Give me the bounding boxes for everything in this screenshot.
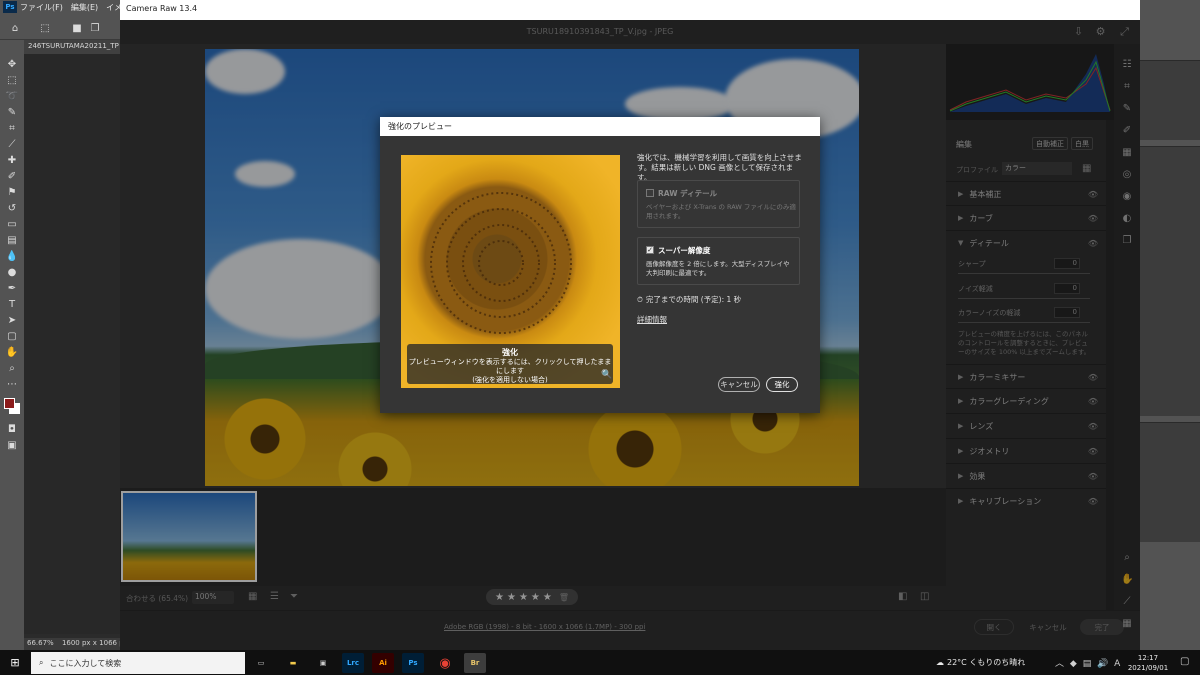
- home-icon[interactable]: ⌂: [8, 21, 22, 35]
- menu-edit[interactable]: 編集(E): [71, 2, 98, 13]
- screen-mode-icon[interactable]: ▣: [5, 438, 19, 452]
- hand-tool-icon[interactable]: ✋: [5, 345, 19, 359]
- selection-add-icon[interactable]: ❐: [88, 21, 102, 35]
- shape-tool-icon[interactable]: ▢: [5, 329, 19, 343]
- ime-indicator[interactable]: A: [1114, 659, 1120, 669]
- dialog-title: 強化のプレビュー: [380, 117, 820, 136]
- color-swatch[interactable]: [4, 398, 20, 414]
- chrome-icon[interactable]: ◉: [434, 653, 456, 673]
- lightroom-classic-icon[interactable]: Lrc: [342, 653, 364, 673]
- foreground-color-swatch[interactable]: [4, 398, 15, 409]
- network-icon[interactable]: ▤: [1083, 659, 1092, 669]
- weather-text: 22°C くもりのち晴れ: [947, 658, 1026, 667]
- enhance-label: 強化: [774, 380, 790, 389]
- move-tool-icon[interactable]: ✥: [5, 57, 19, 71]
- preview-caption: 強化 プレビューウィンドウを表示するには、クリックして押したままにします (強化…: [407, 344, 613, 384]
- history-brush-tool-icon[interactable]: ↺: [5, 201, 19, 215]
- crop-tool-icon[interactable]: ⌗: [5, 121, 19, 135]
- marquee-options-icon[interactable]: ⬚: [38, 21, 52, 35]
- photoshop-statusbar: 66.67% 1600 px x 1066 p: [24, 638, 120, 650]
- notification-icon[interactable]: ▢: [1180, 656, 1189, 667]
- blur-tool-icon[interactable]: 💧: [5, 249, 19, 263]
- photoshop-right-panels: [1140, 14, 1200, 650]
- raw-detail-desc: ベイヤーおよび X-Trans の RAW ファイルにのみ適用されます。: [646, 203, 796, 220]
- menu-file[interactable]: ファイル(F): [20, 2, 63, 13]
- super-resolution-checkbox[interactable]: ✓: [646, 246, 654, 254]
- stopwatch-icon: ⏱: [637, 295, 643, 304]
- more-tools-icon[interactable]: ⋯: [5, 377, 19, 391]
- enhance-button[interactable]: 強化: [766, 377, 798, 392]
- cloud-icon: ☁: [936, 658, 944, 667]
- windows-start-icon[interactable]: ⊞: [8, 656, 22, 670]
- raw-detail-checkbox[interactable]: [646, 189, 654, 197]
- quick-select-tool-icon[interactable]: ✎: [5, 105, 19, 119]
- dropbox-icon[interactable]: ◆: [1070, 659, 1077, 669]
- camera-raw-titlebar: Camera Raw 13.4: [120, 0, 1140, 20]
- photoshop-taskbar-icon[interactable]: Ps: [402, 653, 424, 673]
- document-tab[interactable]: 246TSURUTAMA20211_TP: [24, 40, 120, 54]
- preview-caption-title: 強化: [502, 348, 518, 357]
- type-tool-icon[interactable]: T: [5, 297, 19, 311]
- raw-detail-label: RAW ディテール: [658, 189, 718, 198]
- preview-caption-line: (強化を適用しない場合): [472, 376, 548, 384]
- ps-panel-layers: [1140, 422, 1200, 542]
- dodge-tool-icon[interactable]: ●: [5, 265, 19, 279]
- stamp-tool-icon[interactable]: ⚑: [5, 185, 19, 199]
- tray-chevron-icon[interactable]: ︿: [1055, 659, 1064, 669]
- taskbar-search[interactable]: ⌕ ここに入力して検索: [31, 652, 245, 674]
- search-placeholder: ここに入力して検索: [49, 658, 122, 668]
- lasso-tool-icon[interactable]: ➰: [5, 89, 19, 103]
- doc-zoom: 66.67%: [27, 639, 54, 647]
- photoshop-canvas: [24, 54, 120, 634]
- clock-date: 2021/09/01: [1127, 664, 1169, 672]
- weather-widget[interactable]: ☁ 22°C くもりのち晴れ: [936, 657, 1025, 668]
- dialog-cancel-button[interactable]: キャンセル: [718, 377, 760, 392]
- path-select-tool-icon[interactable]: ➤: [5, 313, 19, 327]
- ps-panel-properties: [1140, 146, 1200, 416]
- super-resolution-label: スーパー解像度: [658, 246, 711, 255]
- time-estimate-row: ⏱ 完了までの時間 (予定): 1 秒: [637, 294, 741, 305]
- system-tray[interactable]: ︿ ◆ ▤ 🔊 A: [1055, 656, 1120, 669]
- eraser-tool-icon[interactable]: ▭: [5, 217, 19, 231]
- quick-mask-icon[interactable]: ◘: [5, 422, 19, 436]
- magnifier-icon[interactable]: 🔍: [601, 370, 612, 380]
- photoshop-toolbar: ✥ ⬚ ➰ ✎ ⌗ ⟋ ✚ ✐ ⚑ ↺ ▭ ▤ 💧 ● ✒ T ➤ ▢ ✋ ⌕ …: [0, 40, 24, 650]
- healing-tool-icon[interactable]: ✚: [5, 153, 19, 167]
- volume-icon[interactable]: 🔊: [1097, 659, 1108, 669]
- search-icon: ⌕: [39, 658, 44, 667]
- store-icon[interactable]: ▣: [312, 653, 334, 673]
- preview-caption-line: プレビューウィンドウを表示するには、クリックして押したままにします: [408, 358, 612, 375]
- learn-more-link[interactable]: 詳細情報: [637, 314, 667, 325]
- illustrator-icon[interactable]: Ai: [372, 653, 394, 673]
- super-resolution-option: ✓ スーパー解像度 画像解像度を 2 倍にします。大型ディスプレイや大判印刷に最…: [637, 237, 800, 285]
- zoom-tool-icon[interactable]: ⌕: [5, 361, 19, 375]
- raw-detail-option: RAW ディテール ベイヤーおよび X-Trans の RAW ファイルにのみ適…: [637, 180, 800, 228]
- marquee-tool-icon[interactable]: ⬚: [5, 73, 19, 87]
- pen-tool-icon[interactable]: ✒: [5, 281, 19, 295]
- gradient-tool-icon[interactable]: ▤: [5, 233, 19, 247]
- time-estimate: 完了までの時間 (予定): 1 秒: [645, 295, 742, 304]
- file-explorer-icon[interactable]: ▬: [282, 653, 304, 673]
- bridge-icon[interactable]: Br: [464, 653, 486, 673]
- doc-dimensions: 1600 px x 1066 p: [61, 639, 120, 647]
- photoshop-options-bar: ⌂ ⬚ ■ ❐: [0, 14, 120, 40]
- task-view-icon[interactable]: ▭: [250, 653, 272, 673]
- clock-time: 12:17: [1137, 654, 1159, 662]
- ps-panel-color: [1140, 60, 1200, 140]
- photoshop-logo-icon: Ps: [3, 1, 17, 13]
- dialog-intro: 強化では、機械学習を利用して画質を向上させます。結果は新しい DNG 画像として…: [637, 153, 802, 182]
- super-resolution-desc: 画像解像度を 2 倍にします。大型ディスプレイや大判印刷に最適です。: [646, 260, 790, 277]
- taskbar-clock[interactable]: 12:17 2021/09/01: [1124, 653, 1172, 673]
- eyedropper-tool-icon[interactable]: ⟋: [5, 137, 19, 151]
- dialog-cancel-label: キャンセル: [720, 380, 758, 389]
- brush-tool-icon[interactable]: ✐: [5, 169, 19, 183]
- selection-mode-icon[interactable]: ■: [70, 21, 84, 35]
